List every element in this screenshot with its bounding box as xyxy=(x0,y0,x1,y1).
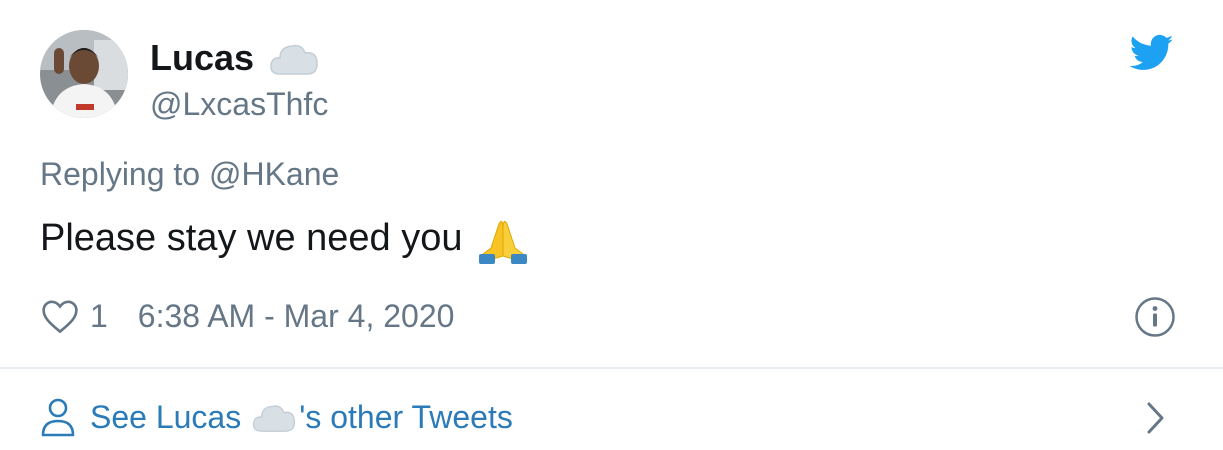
cloud-emoji xyxy=(251,399,297,435)
divider xyxy=(0,367,1223,369)
avatar-image xyxy=(40,30,128,118)
tweet-body: Please stay we need you xyxy=(40,216,463,259)
like-count: 1 xyxy=(90,297,108,334)
reply-context: Replying to @HKane xyxy=(40,156,339,193)
author-names: Lucas @LxcasThfc xyxy=(150,34,328,123)
chevron-right-icon xyxy=(1147,402,1164,434)
twitter-bird-icon[interactable] xyxy=(1129,34,1174,72)
display-name[interactable]: Lucas xyxy=(150,37,254,79)
display-name-row: Lucas xyxy=(150,34,328,82)
reply-prefix: Replying to xyxy=(40,156,209,192)
reply-mention-link[interactable]: @HKane xyxy=(209,156,339,192)
info-icon[interactable] xyxy=(1134,296,1176,338)
cloud-emoji xyxy=(268,38,320,78)
user-icon xyxy=(41,398,75,437)
footer-prefix: See Lucas xyxy=(90,398,242,435)
tweet-meta: 1 6:38 AM - Mar 4, 2020 xyxy=(40,294,454,338)
like-button[interactable]: 1 xyxy=(40,298,108,335)
folded-hands-emoji xyxy=(477,212,529,264)
see-other-tweets-link[interactable]: See Lucas 's other Tweets xyxy=(40,390,1180,444)
author-handle[interactable]: @LxcasThfc xyxy=(150,86,328,123)
heart-icon xyxy=(42,300,78,334)
footer-suffix: 's other Tweets xyxy=(299,398,513,435)
embedded-tweet: Lucas @LxcasThfc Replying to @HKane Plea… xyxy=(0,0,1223,450)
avatar[interactable] xyxy=(40,30,128,118)
tweet-timestamp[interactable]: 6:38 AM - Mar 4, 2020 xyxy=(138,298,455,335)
tweet-text: Please stay we need you xyxy=(40,212,529,264)
